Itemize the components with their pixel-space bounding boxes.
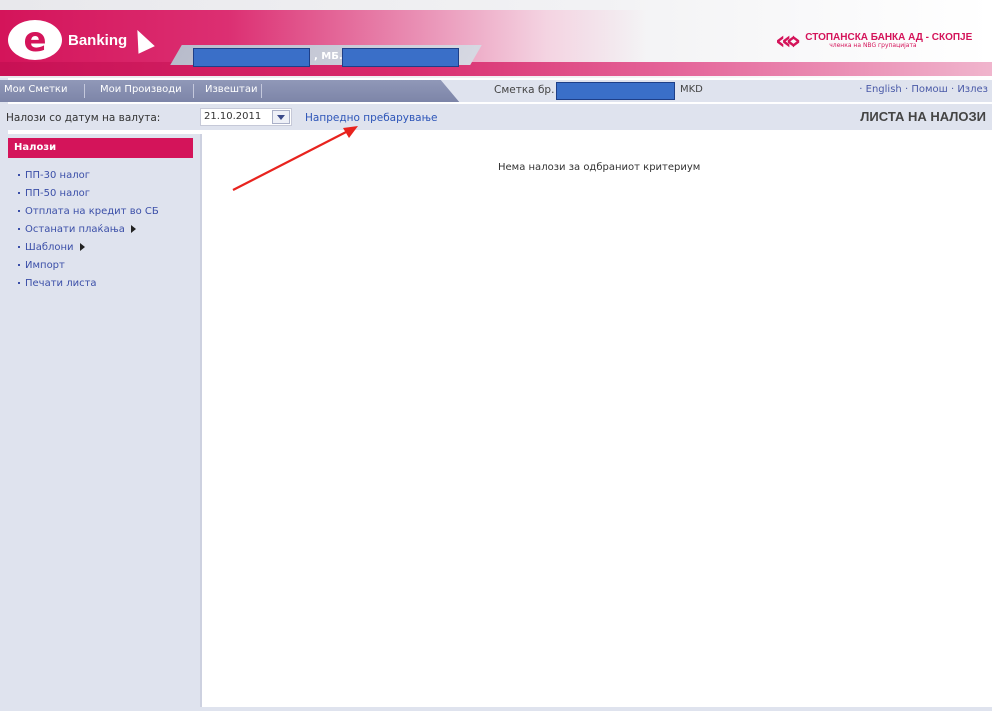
sidebar-item-label: Шаблони	[25, 241, 74, 253]
utility-links: · English · Помош · Излез	[859, 84, 988, 95]
bullet-icon	[18, 264, 20, 266]
sidebar-item-print-list[interactable]: Печати листа	[18, 274, 159, 292]
sidebar-item-label: ПП-50 налог	[25, 187, 90, 199]
value-date-value: 21.10.2011	[204, 111, 262, 122]
bank-logo[interactable]: «‹› СТОПАНСКА БАНКА АД - СКОПЈЕ членка н…	[775, 28, 972, 54]
bullet-icon	[18, 192, 20, 194]
link-help[interactable]: Помош	[911, 84, 947, 95]
sidebar-item-loan-repayment[interactable]: Отплата на кредит во СБ	[18, 202, 159, 220]
cursor-icon	[129, 26, 155, 54]
user-name-redacted	[193, 48, 310, 67]
advanced-search-link[interactable]: Напредно пребарување	[305, 112, 438, 124]
sidebar-item-label: Импорт	[25, 259, 65, 271]
mb-label: , МБ.	[314, 51, 343, 62]
link-english[interactable]: English	[866, 84, 902, 95]
empty-state-message: Нема налози за одбраниот критериум	[498, 162, 701, 173]
account-number-label: Сметка бр.	[494, 84, 555, 96]
nav-item-my-accounts[interactable]: Мои Сметки	[4, 84, 67, 95]
value-date-label: Налози со датум на валута:	[6, 112, 161, 124]
link-separator: ·	[904, 84, 909, 95]
bullet-icon	[18, 282, 20, 284]
nav-item-my-products[interactable]: Мои Производи	[100, 84, 182, 95]
date-dropdown-button[interactable]	[272, 110, 290, 124]
caret-right-icon	[79, 243, 85, 251]
ebanking-logo[interactable]: e Banking	[8, 20, 155, 60]
bank-subtitle: членка на NBG групацијата	[829, 42, 917, 50]
chevron-down-icon	[277, 114, 285, 120]
bullet-icon	[18, 174, 20, 176]
logo-text: Banking	[68, 31, 128, 49]
sidebar-menu: ПП-30 налог ПП-50 налог Отплата на креди…	[18, 166, 159, 292]
sidebar-item-label: ПП-30 налог	[25, 169, 90, 181]
link-separator: ·	[950, 84, 955, 95]
logo-e-icon: e	[8, 20, 62, 60]
header-band-lower	[0, 62, 992, 76]
sidebar-item-label: Отплата на кредит во СБ	[25, 205, 159, 217]
nav-separator	[193, 84, 194, 98]
sidebar-item-pp30[interactable]: ПП-30 налог	[18, 166, 159, 184]
bullet-icon	[18, 228, 20, 230]
orders-list-panel: Нема налози за одбраниот критериум	[202, 134, 988, 707]
bank-mark-icon: «‹›	[775, 26, 801, 56]
mb-number-redacted	[342, 48, 459, 67]
sidebar-item-label: Печати листа	[25, 277, 97, 289]
logo-letter: e	[23, 20, 47, 60]
sidebar-header: Налози	[8, 138, 193, 158]
nav-separator	[261, 84, 262, 98]
bullet-icon	[18, 246, 20, 248]
bullet-icon	[18, 210, 20, 212]
sidebar-title: Налози	[14, 142, 57, 153]
sidebar-item-import[interactable]: Импорт	[18, 256, 159, 274]
sidebar-item-pp50[interactable]: ПП-50 налог	[18, 184, 159, 202]
sidebar-item-label: Останати плаќања	[25, 223, 125, 235]
link-separator: ·	[859, 84, 863, 95]
nav-item-reports[interactable]: Извештаи	[205, 84, 257, 95]
caret-right-icon	[130, 225, 136, 233]
frame-bottom	[0, 707, 992, 711]
link-logout[interactable]: Излез	[957, 84, 988, 95]
value-date-select[interactable]: 21.10.2011	[200, 108, 292, 126]
sidebar-item-templates[interactable]: Шаблони	[18, 238, 159, 256]
account-currency: MKD	[680, 84, 703, 95]
account-number-redacted	[556, 82, 675, 100]
sidebar: Налози ПП-30 налог ПП-50 налог Отплата н…	[8, 134, 200, 707]
nav-separator	[84, 84, 85, 98]
page-title: ЛИСТА НА НАЛОЗИ	[860, 109, 986, 124]
sidebar-item-other-payments[interactable]: Останати плаќања	[18, 220, 159, 238]
